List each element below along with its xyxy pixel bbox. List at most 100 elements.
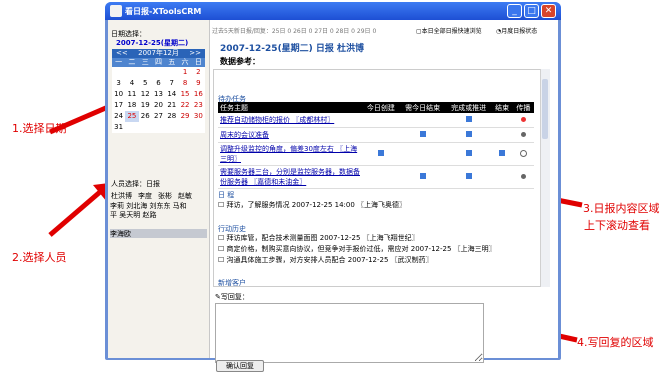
task-link[interactable]: 调整升级监控的角度，偏差30度左右 〖上海三明〗 [218,142,362,166]
tab-person[interactable]: 杜洪博 [111,191,132,201]
tab-person[interactable]: 赵敏 [178,191,192,201]
calendar-day[interactable]: 6 [152,78,165,89]
task-name[interactable]: 需要服务器三台，分别是监控服务器，数据备份服务器 〖嘉德和未油金〗 [220,168,360,186]
marker-icon [465,173,472,179]
history-item[interactable]: ☐ 拜访库管，配合技术测量面图 2007-12-25 〖上海飞翔世纪〗 [218,233,419,243]
table-header: 任务主题 今日创建 需今日结束 完成或推进 结束 传播 [218,102,534,113]
marker-icon [377,150,384,156]
tab-person[interactable]: 李度 [138,191,152,201]
calendar-weekdays: 一 二 三 四 五 六 日 [112,58,205,67]
close-button[interactable]: ✕ [541,4,556,18]
page-title: 2007-12-25(星期二) 日报 杜洪博 [220,44,365,54]
column-header: 今日创建 [362,102,400,113]
column-header: 完成或推进 [445,102,492,113]
app-window: 看日报-XToolsCRM _ □ ✕ 日期选择： 2007-12-25(星期二… [105,2,561,372]
calendar-day[interactable]: 19 [139,100,152,111]
calendar-day[interactable]: 22 [178,100,191,111]
calendar-day[interactable]: 21 [165,100,178,111]
selected-user[interactable]: 李海欧 [110,229,207,238]
column-header: 结束 [491,102,513,113]
client-area: 日期选择： 2007-12-25(星期二) << 2007年12月 >> 一 二… [108,20,558,372]
calendar-day[interactable]: 17 [112,100,125,111]
person-list: 李莉 刘北海 刘东东 马和 平 吴天明 赵路 [110,202,207,220]
minimize-button[interactable]: _ [507,4,522,18]
tasks-table: 任务主题 今日创建 需今日结束 完成或推进 结束 传播 推荐自动储物柜的报价 〖… [218,102,534,189]
calendar-day[interactable]: 10 [112,89,125,100]
annotation-reply-area: 4.写回复的区域 [577,336,654,349]
calendar-day[interactable]: 30 [192,111,205,122]
title-bar: 看日报-XToolsCRM _ □ ✕ [105,2,561,20]
person-list-line[interactable]: 平 吴天明 赵路 [110,211,207,220]
calendar-day-empty [152,67,165,78]
weekday: 三 [141,58,149,66]
status-dot-icon [520,132,526,137]
schedule-item[interactable]: ☐ 拜访，了解服务情况 2007-12-25 14:00 〖上海飞奥德〗 [218,200,406,210]
calendar-day[interactable]: 2 [192,67,205,78]
marker-icon [465,150,472,156]
content-scrollbar[interactable] [540,69,550,287]
person-list-line[interactable]: 李莉 刘北海 刘东东 马和 [110,202,207,211]
tab-person[interactable]: 张彬 [158,191,172,201]
calendar-day[interactable]: 5 [139,78,152,89]
table-row: 推荐自动储物柜的报价 〖成都林村〗 [218,113,534,128]
annotation-select-person: 2.选择人员 [12,251,67,264]
status-dot-icon [520,174,526,179]
calendar-day-empty [125,67,138,78]
calendar-day[interactable]: 24 [112,111,125,122]
calendar-day[interactable]: 14 [165,89,178,100]
task-name[interactable]: 周末的会议准备 [220,131,269,139]
calendar-day[interactable]: 3 [112,78,125,89]
quick-browse-link-label: 本日全部日报快速浏览 [421,28,482,35]
task-link[interactable]: 周末的会议准备 [218,127,362,143]
column-header: 需今日结束 [399,102,446,113]
calendar: << 2007年12月 >> 一 二 三 四 五 六 日 1 2 3 4 5 6 7 8 9 10… [112,49,205,133]
monthly-status-link[interactable]: ◔月度日报状态 [496,26,537,35]
person-tabs: 杜洪博 李度 张彬 赵敏 [108,191,209,201]
calendar-header: << 2007年12月 >> [112,49,205,58]
calendar-day[interactable]: 4 [125,78,138,89]
table-row: 调整升级监控的角度，偏差30度左右 〖上海三明〗 [218,142,534,166]
task-name[interactable]: 调整升级监控的角度，偏差30度左右 〖上海三明〗 [220,145,357,163]
calendar-day-empty [112,67,125,78]
calendar-day[interactable]: 26 [139,111,152,122]
task-name[interactable]: 推荐自动储物柜的报价 〖成都林村〗 [220,116,334,124]
calendar-day[interactable]: 31 [112,122,125,133]
calendar-day[interactable]: 23 [192,100,205,111]
calendar-day[interactable]: 12 [139,89,152,100]
calendar-day[interactable]: 29 [178,111,191,122]
task-link[interactable]: 需要服务器三台，分别是监控服务器，数据备份服务器 〖嘉德和未油金〗 [218,165,362,189]
weekday: 一 [115,58,123,66]
calendar-day[interactable]: 1 [178,67,191,78]
calendar-day[interactable]: 7 [165,78,178,89]
calendar-day[interactable]: 11 [125,89,138,100]
prev-month-button[interactable]: << [116,49,128,58]
weekday: 二 [128,58,136,66]
calendar-day[interactable]: 16 [192,89,205,100]
calendar-day[interactable]: 20 [152,100,165,111]
window-title: 看日报-XToolsCRM [125,7,202,16]
calendar-day[interactable]: 9 [192,78,205,89]
calendar-day[interactable]: 8 [178,78,191,89]
next-month-button[interactable]: >> [189,49,201,58]
quick-browse-link[interactable]: ▢本日全部日报快速浏览 [416,26,482,35]
task-link[interactable]: 推荐自动储物柜的报价 〖成都林村〗 [218,113,362,128]
calendar-day[interactable]: 15 [178,89,191,100]
history-item-text: 商定价格，制购买意向协议，但竞争对手报价过低，需应对 2007-12-25 〖上… [226,245,496,253]
selected-date: 2007-12-25(星期二) [116,39,189,47]
annotation-scroll-hint: 上下滚动查看 [584,219,650,232]
marker-icon [419,131,426,137]
history-item[interactable]: ☐ 商定价格，制购买意向协议，但竞争对手报价过低，需应对 2007-12-25 … [218,244,496,254]
scrollbar-thumb[interactable] [542,79,548,139]
maximize-button[interactable]: □ [524,4,539,18]
reply-textarea[interactable] [215,303,484,363]
calendar-day[interactable]: 13 [152,89,165,100]
calendar-day[interactable]: 27 [152,111,165,122]
history-item[interactable]: ☐ 沟通具体施工步骤，对方安排人员配合 2007-12-25 〖武汉制药〗 [218,255,433,265]
calendar-day[interactable]: 18 [125,100,138,111]
calendar-day[interactable]: 25 [125,111,139,122]
status-dot-icon [519,149,527,157]
data-reference-title: 数据参考： [220,57,260,66]
column-header: 传播 [512,102,534,113]
calendar-day[interactable]: 28 [165,111,178,122]
confirm-reply-button[interactable]: 确认回复 [216,360,264,372]
